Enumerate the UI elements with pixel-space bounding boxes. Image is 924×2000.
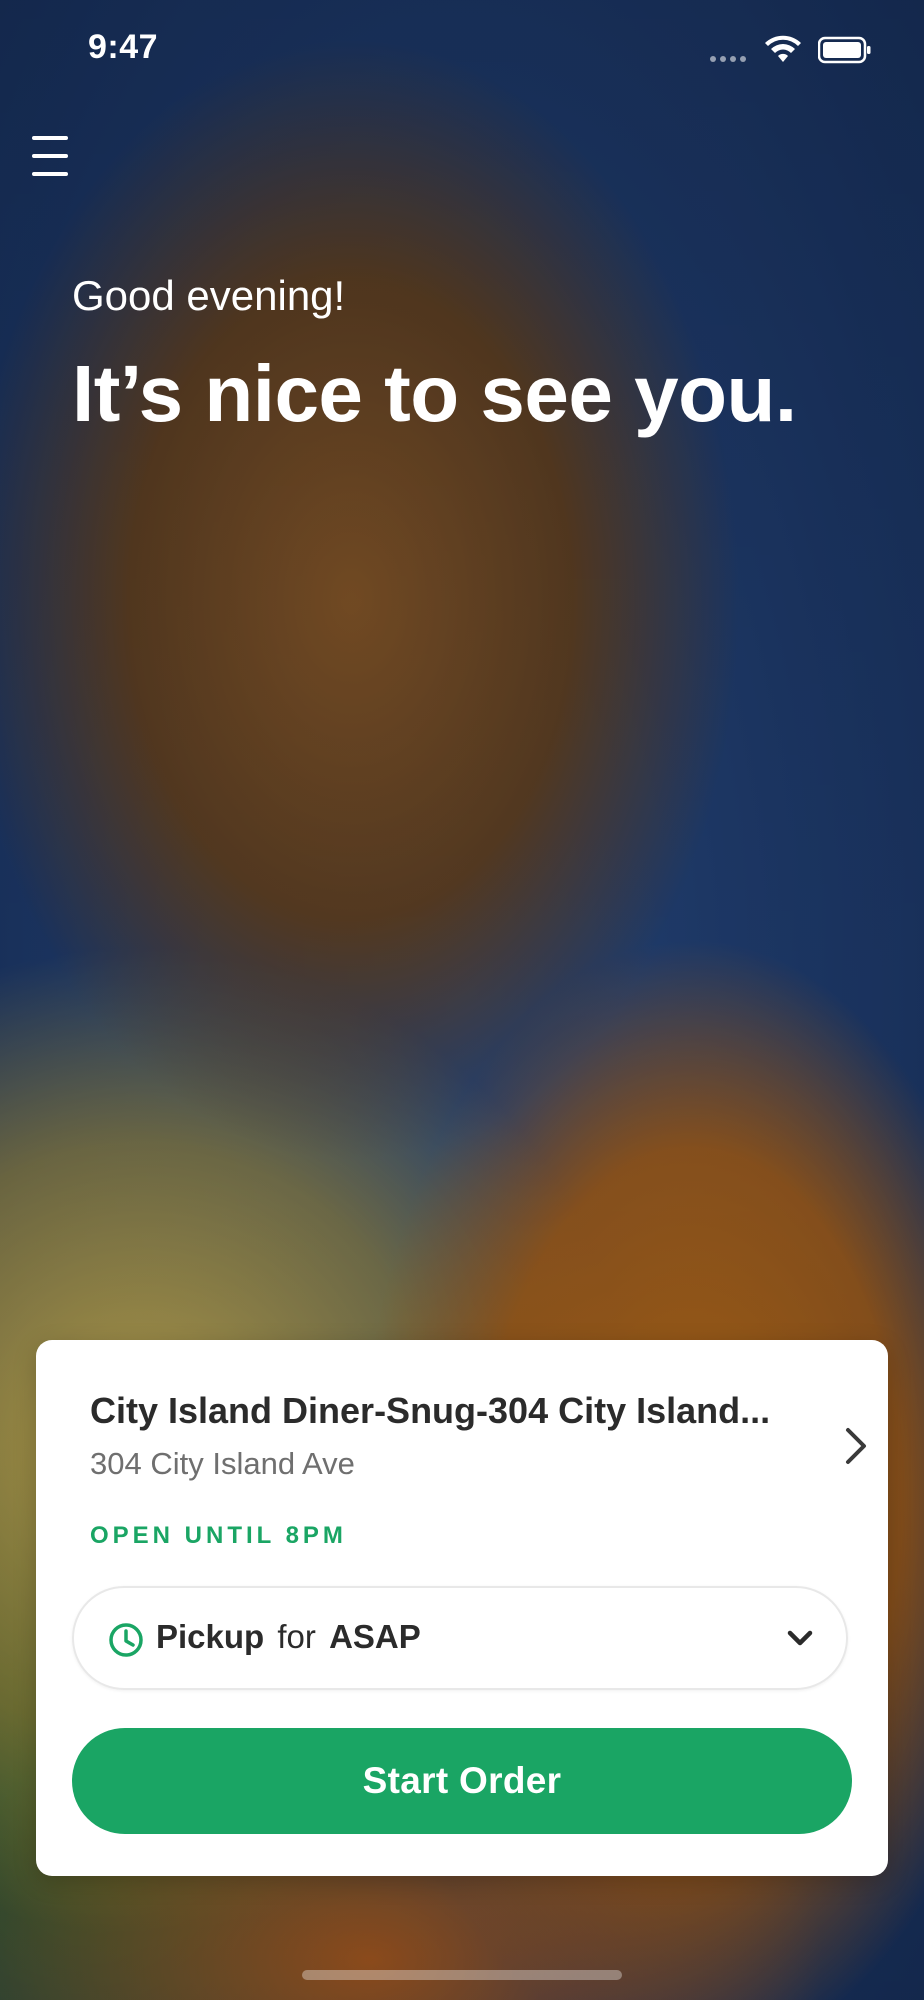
greeting-text: Good evening! xyxy=(72,272,346,319)
wifi-icon xyxy=(765,35,801,62)
chevron-right-icon xyxy=(846,1428,866,1464)
location-address: 304 City Island Ave xyxy=(90,1446,355,1481)
menu-line xyxy=(32,154,68,158)
pickup-time-select[interactable]: Pickup for ASAP xyxy=(72,1586,848,1690)
location-card: City Island Diner-Snug-304 City Island..… xyxy=(36,1340,888,1876)
home-screen: 9:47 Good evening! It’s nice to see you.… xyxy=(0,0,924,2000)
hamburger-menu-icon[interactable] xyxy=(32,136,76,176)
pickup-time: ASAP xyxy=(329,1618,421,1655)
start-order-button[interactable]: Start Order xyxy=(72,1728,852,1834)
pickup-summary: Pickup for ASAP xyxy=(156,1618,421,1656)
clock-icon xyxy=(109,1623,143,1657)
location-selector[interactable]: City Island Diner-Snug-304 City Island..… xyxy=(90,1390,880,1500)
status-bar: 9:47 xyxy=(0,0,924,100)
battery-icon xyxy=(818,36,871,64)
menu-line xyxy=(32,136,68,140)
location-name: City Island Diner-Snug-304 City Island..… xyxy=(90,1390,771,1431)
chevron-down-icon xyxy=(787,1630,813,1646)
cellular-signal-icon xyxy=(710,56,746,62)
home-indicator xyxy=(302,1970,622,1980)
pickup-mode: Pickup xyxy=(156,1618,265,1655)
pickup-connector: for xyxy=(277,1618,316,1655)
headline-text: It’s nice to see you. xyxy=(72,349,797,438)
open-status-text: OPEN UNTIL 8PM xyxy=(90,1522,347,1549)
menu-line xyxy=(32,172,68,176)
status-time: 9:47 xyxy=(88,28,159,66)
